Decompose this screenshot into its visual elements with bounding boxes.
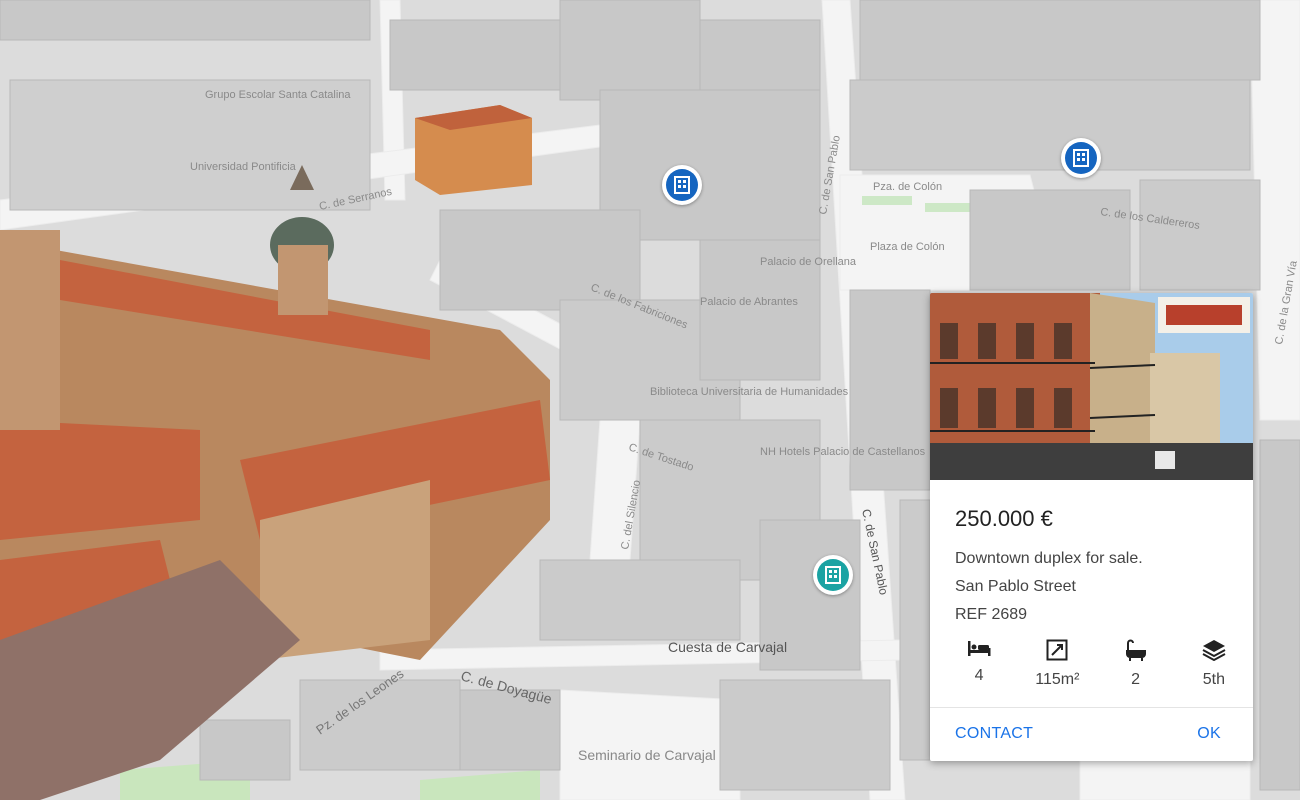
street-label: Palacio de Abrantes <box>700 296 798 308</box>
property-card: 250.000 € Downtown duplex for sale. San … <box>930 293 1253 761</box>
street-label: Universidad Pontificia <box>190 161 297 173</box>
feature-area: 115m² <box>1018 639 1096 689</box>
feature-value: 2 <box>1131 671 1141 688</box>
street-label: Pza. de Colón <box>873 181 942 193</box>
street-label: Plaza de Colón <box>870 241 945 253</box>
feature-bathrooms: 2 <box>1097 639 1175 689</box>
property-pin[interactable] <box>1061 138 1101 178</box>
building-icon <box>825 566 841 584</box>
bathtub-icon <box>1125 639 1146 661</box>
area-icon <box>1046 639 1068 661</box>
building-icon <box>1073 149 1089 167</box>
landmark-building <box>415 105 532 195</box>
property-pin[interactable] <box>662 165 702 205</box>
street-label: Biblioteca Universitaria de Humanidades <box>650 386 849 398</box>
ok-button[interactable]: OK <box>1197 725 1221 743</box>
listing-description: Downtown duplex for sale. San Pablo Stre… <box>955 545 1143 629</box>
property-photo[interactable] <box>930 293 1253 480</box>
feature-value: 115m² <box>1035 671 1080 688</box>
feature-bedrooms: 4 <box>940 639 1018 689</box>
park-strip <box>925 203 975 212</box>
feature-floor: 5th <box>1175 639 1253 689</box>
feature-value: 4 <box>974 667 984 684</box>
description-line: Downtown duplex for sale. <box>955 550 1143 567</box>
property-pin-selected[interactable] <box>813 555 853 595</box>
street-label: NH Hotels Palacio de Castellanos <box>760 446 926 458</box>
sign-logo <box>1166 305 1242 325</box>
contact-button[interactable]: CONTACT <box>955 725 1033 743</box>
street-label: Grupo Escolar Santa Catalina <box>205 89 351 101</box>
listing-features: 4 115m² 2 5th <box>930 639 1253 689</box>
feature-value: 5th <box>1202 671 1225 688</box>
park-strip <box>862 196 912 205</box>
street-label: Seminario de Carvajal <box>578 747 716 763</box>
card-divider <box>930 707 1253 708</box>
listing-reference: REF 2689 <box>955 606 1028 623</box>
street-label: Palacio de Orellana <box>760 256 857 268</box>
listing-price: 250.000 € <box>955 506 1053 531</box>
description-line: San Pablo Street <box>955 578 1076 595</box>
building-icon <box>674 176 690 194</box>
bed-icon <box>968 641 991 656</box>
street-label: Cuesta de Carvajal <box>668 639 787 655</box>
floors-icon <box>1202 640 1226 661</box>
